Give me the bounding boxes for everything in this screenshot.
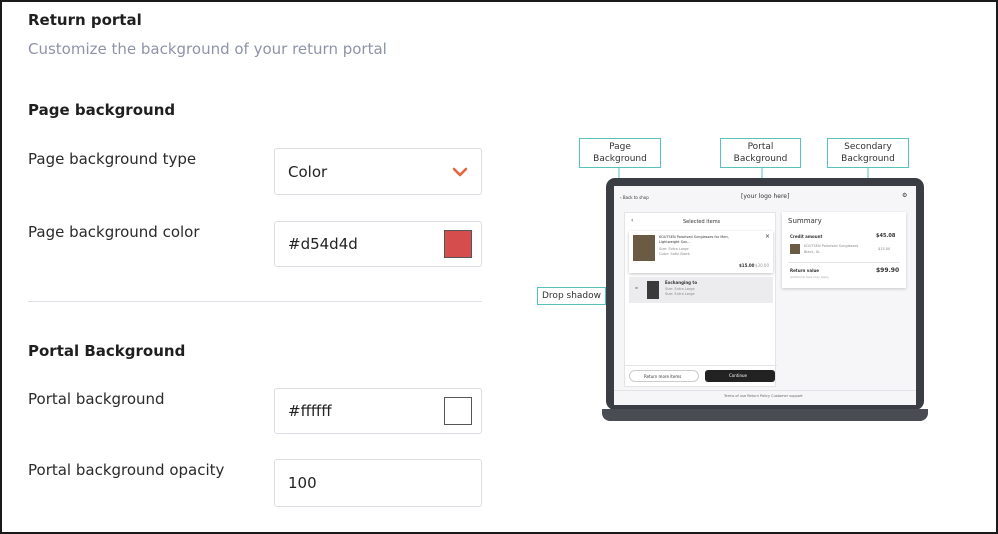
- mini-settings-icon: ⚙: [902, 192, 908, 199]
- page-background-color-value: #d54d4d: [288, 235, 358, 253]
- callout-secondary-background: Secondary Background: [827, 138, 909, 168]
- mini-product-name: KOUTSEN Polarised Sunglasses for Men, Li…: [659, 235, 729, 244]
- mini-selected-items: Selected items: [683, 219, 721, 225]
- mini-return-value-amount: $99.90: [876, 267, 900, 274]
- portal-background-input[interactable]: #ffffff: [274, 388, 482, 434]
- page-background-type-select[interactable]: Color: [274, 148, 482, 195]
- mini-product-color: Color: Satin Black: [659, 252, 690, 256]
- mini-summary-title: Summary: [788, 217, 822, 225]
- mini-close-icon: ×: [765, 233, 771, 240]
- page-background-type-value: Color: [288, 162, 328, 181]
- mini-credit-value: $45.08: [876, 233, 896, 239]
- section-page-background: Page background: [28, 101, 176, 119]
- mini-exchange-size: Size: Extra Large: [665, 287, 695, 291]
- mini-return-more-label: Return more items: [644, 374, 682, 379]
- page-background-type-label: Page background type: [28, 150, 197, 168]
- mini-exchange-color: Size: Extra Large: [665, 292, 695, 296]
- mini-product-size: Size: Extra Large: [659, 247, 689, 251]
- page-title: Return portal: [28, 11, 142, 29]
- mini-return-value: Return value: [790, 268, 820, 273]
- mini-summary-item: KOUTSEN Polarised Sunglasses: [804, 244, 859, 248]
- mini-summary-item-sub: Black, XL: [804, 250, 821, 254]
- portal-background-opacity-label: Portal background opacity: [28, 461, 225, 479]
- portal-background-opacity-input[interactable]: 100: [274, 459, 482, 507]
- mini-footer-divider: [614, 390, 916, 391]
- mini-summary-image: [790, 244, 800, 254]
- mini-product-image: [633, 235, 655, 261]
- mini-exchanging: Exchanging to: [665, 280, 698, 285]
- chevron-down-icon: [452, 167, 468, 176]
- page-background-color-input[interactable]: #d54d4d: [274, 221, 482, 267]
- mini-credit-amount: Credit amount: [790, 234, 823, 239]
- laptop-screen-frame: ‹ Back to shop [your logo here] ⚙ Select…: [606, 178, 924, 410]
- mini-summary-panel: Summary Credit amount $45.08 KOUTSEN Pol…: [782, 212, 906, 288]
- mini-link-icon: ⚭: [634, 285, 640, 292]
- callout-drop-shadow: Drop shadow: [537, 287, 606, 305]
- section-portal-background: Portal Background: [28, 342, 186, 360]
- mini-portal-panel: Selected items ‹ KOUTSEN Polarised Sungl…: [624, 212, 777, 387]
- mini-back-icon: ‹: [631, 217, 634, 224]
- mini-footer-links: Terms of use Return Policy Customer supp…: [724, 394, 803, 398]
- mini-panel-divider: [625, 365, 777, 366]
- laptop-base: [602, 409, 928, 421]
- callout-portal-background: Portal Background: [720, 138, 801, 168]
- mini-product-price: $15.00: [739, 263, 755, 268]
- page-subtitle: Customize the background of your return …: [28, 40, 387, 58]
- mini-exchange-image: [647, 281, 659, 299]
- mini-summary-divider: [788, 262, 900, 263]
- portal-background-swatch[interactable]: [444, 397, 472, 425]
- portal-background-value: #ffffff: [288, 402, 332, 420]
- mini-product-old-price: $30.00: [755, 263, 769, 268]
- mini-product-card: KOUTSEN Polarised Sunglasses for Men, Li…: [629, 231, 773, 273]
- mini-exchange-card: Exchanging to Size: Extra Large Size: Ex…: [629, 277, 773, 303]
- callout-page-background: Page Background: [579, 138, 661, 168]
- mini-continue-label: Continue: [729, 373, 747, 378]
- portal-background-opacity-value: 100: [288, 474, 317, 492]
- portal-background-label: Portal background: [28, 390, 165, 408]
- mini-return-more-button: Return more items: [629, 370, 699, 382]
- mini-continue-button: Continue: [705, 370, 775, 382]
- laptop-screen: ‹ Back to shop [your logo here] ⚙ Select…: [614, 186, 916, 405]
- mini-back-link: ‹ Back to shop: [620, 195, 649, 200]
- divider: [28, 301, 482, 302]
- page-background-color-swatch[interactable]: [444, 230, 472, 258]
- laptop-illustration: ‹ Back to shop [your logo here] ⚙ Select…: [602, 178, 928, 424]
- mini-summary-item-price: $15.00: [878, 247, 891, 251]
- page-background-color-label: Page background color: [28, 223, 200, 241]
- mini-logo: [your logo here]: [741, 193, 790, 200]
- mini-return-value-sub: Additional fees may apply: [790, 275, 830, 279]
